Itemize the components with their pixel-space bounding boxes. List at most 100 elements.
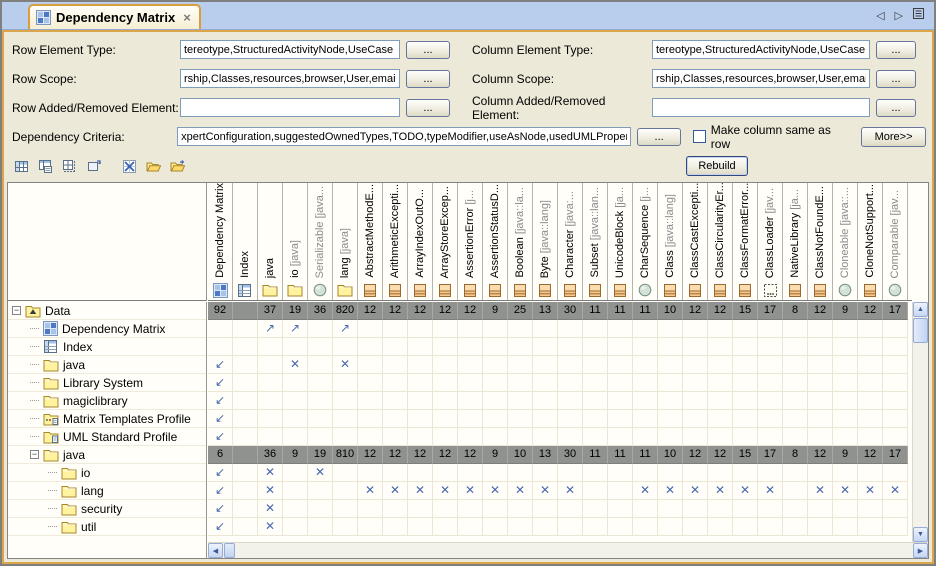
matrix-cell[interactable] bbox=[308, 518, 333, 536]
prev-tab-icon[interactable]: ◁ bbox=[876, 9, 884, 22]
matrix-cell[interactable] bbox=[758, 428, 783, 446]
matrix-cell[interactable] bbox=[808, 428, 833, 446]
matrix-cell[interactable] bbox=[433, 374, 458, 392]
dependency-mark[interactable]: ✕ bbox=[658, 482, 683, 500]
matrix-cell[interactable] bbox=[633, 338, 658, 356]
matrix-cell[interactable] bbox=[383, 338, 408, 356]
matrix-cell[interactable] bbox=[558, 338, 583, 356]
matrix-cell[interactable] bbox=[333, 410, 358, 428]
summary-cell[interactable]: 25 bbox=[508, 302, 533, 320]
dependency-mark[interactable]: ✕ bbox=[883, 482, 908, 500]
matrix-cell[interactable] bbox=[333, 338, 358, 356]
fit-rotate-icon[interactable] bbox=[84, 157, 103, 176]
matrix-cell[interactable] bbox=[683, 518, 708, 536]
summary-cell[interactable]: 36 bbox=[308, 302, 333, 320]
matrix-cell[interactable] bbox=[783, 374, 808, 392]
summary-cell[interactable]: 9 bbox=[483, 446, 508, 464]
matrix-cell[interactable] bbox=[483, 428, 508, 446]
matrix-cell[interactable] bbox=[533, 428, 558, 446]
matrix-cell[interactable] bbox=[283, 500, 308, 518]
matrix-cell[interactable] bbox=[333, 464, 358, 482]
matrix-cell[interactable] bbox=[508, 320, 533, 338]
matrix-cell[interactable] bbox=[833, 356, 858, 374]
dependency-mark[interactable]: ✕ bbox=[633, 482, 658, 500]
column-header[interactable]: Character [java:... bbox=[558, 183, 583, 300]
matrix-cell[interactable] bbox=[658, 374, 683, 392]
matrix-cell[interactable] bbox=[433, 356, 458, 374]
matrix-cell[interactable] bbox=[308, 410, 333, 428]
matrix-cell[interactable] bbox=[708, 428, 733, 446]
dependency-mark[interactable]: ✕ bbox=[258, 464, 283, 482]
matrix-cell[interactable] bbox=[358, 464, 383, 482]
matrix-cell[interactable] bbox=[558, 500, 583, 518]
matrix-cell[interactable] bbox=[658, 428, 683, 446]
table-clear-icon[interactable] bbox=[120, 157, 139, 176]
dependency-mark[interactable]: ✕ bbox=[533, 482, 558, 500]
matrix-cell[interactable] bbox=[633, 464, 658, 482]
matrix-cell[interactable] bbox=[408, 356, 433, 374]
matrix-cell[interactable] bbox=[608, 428, 633, 446]
matrix-cell[interactable] bbox=[858, 410, 883, 428]
dependency-criteria-input[interactable] bbox=[177, 127, 631, 146]
column-header[interactable]: CloneNotSupport... bbox=[858, 183, 883, 300]
matrix-cell[interactable] bbox=[633, 320, 658, 338]
column-header[interactable]: UnicodeBlock [ja... bbox=[608, 183, 633, 300]
row-added-removed-input[interactable] bbox=[180, 98, 400, 117]
matrix-cell[interactable] bbox=[383, 428, 408, 446]
matrix-cell[interactable] bbox=[483, 500, 508, 518]
matrix-cell[interactable] bbox=[858, 356, 883, 374]
dependency-arrow[interactable]: ↙ bbox=[208, 392, 233, 410]
matrix-cell[interactable] bbox=[583, 338, 608, 356]
tree-row[interactable]: security bbox=[8, 500, 206, 518]
summary-cell[interactable]: 30 bbox=[558, 446, 583, 464]
matrix-cell[interactable] bbox=[408, 428, 433, 446]
matrix-cell[interactable] bbox=[333, 500, 358, 518]
matrix-cell[interactable] bbox=[258, 392, 283, 410]
dependency-mark[interactable]: ✕ bbox=[708, 482, 733, 500]
row-added-removed-browse-button[interactable]: ... bbox=[406, 99, 450, 117]
matrix-cell[interactable] bbox=[683, 392, 708, 410]
column-header[interactable]: Class [java::lang] bbox=[658, 183, 683, 300]
summary-cell[interactable]: 8 bbox=[783, 302, 808, 320]
matrix-cell[interactable] bbox=[583, 518, 608, 536]
summary-cell[interactable]: 17 bbox=[758, 302, 783, 320]
matrix-cell[interactable] bbox=[233, 482, 258, 500]
summary-cell[interactable]: 12 bbox=[433, 446, 458, 464]
matrix-cell[interactable] bbox=[883, 392, 908, 410]
summary-cell[interactable]: 15 bbox=[733, 302, 758, 320]
dependency-arrow[interactable]: ↙ bbox=[208, 428, 233, 446]
matrix-cell[interactable] bbox=[233, 338, 258, 356]
matrix-cell[interactable] bbox=[408, 392, 433, 410]
column-header[interactable]: Cloneable [java::... bbox=[833, 183, 858, 300]
summary-cell[interactable] bbox=[233, 446, 258, 464]
summary-cell[interactable]: 12 bbox=[458, 446, 483, 464]
dependency-mark[interactable]: ✕ bbox=[808, 482, 833, 500]
matrix-cell[interactable] bbox=[708, 410, 733, 428]
matrix-cell[interactable] bbox=[583, 356, 608, 374]
matrix-cell[interactable] bbox=[858, 464, 883, 482]
summary-cell[interactable]: 12 bbox=[858, 302, 883, 320]
column-header[interactable]: io [java] bbox=[283, 183, 308, 300]
matrix-cell[interactable] bbox=[508, 500, 533, 518]
matrix-cell[interactable] bbox=[858, 428, 883, 446]
matrix-cell[interactable] bbox=[233, 356, 258, 374]
matrix-cell[interactable] bbox=[283, 374, 308, 392]
matrix-cell[interactable] bbox=[558, 428, 583, 446]
dependency-arrow[interactable]: ↗ bbox=[258, 320, 283, 338]
matrix-cell[interactable] bbox=[433, 500, 458, 518]
summary-cell[interactable]: 17 bbox=[758, 446, 783, 464]
matrix-cell[interactable] bbox=[683, 500, 708, 518]
matrix-cell[interactable] bbox=[358, 374, 383, 392]
matrix-cell[interactable] bbox=[808, 392, 833, 410]
matrix-cell[interactable] bbox=[783, 356, 808, 374]
matrix-cell[interactable] bbox=[458, 500, 483, 518]
summary-cell[interactable]: 12 bbox=[433, 302, 458, 320]
tree-expander-icon[interactable]: − bbox=[30, 450, 39, 459]
summary-cell[interactable]: 12 bbox=[408, 446, 433, 464]
matrix-cell[interactable] bbox=[533, 410, 558, 428]
matrix-cell[interactable] bbox=[658, 518, 683, 536]
column-header[interactable]: Serializable [java... bbox=[308, 183, 333, 300]
matrix-cell[interactable] bbox=[483, 356, 508, 374]
matrix-cell[interactable] bbox=[333, 428, 358, 446]
matrix-cell[interactable] bbox=[833, 410, 858, 428]
